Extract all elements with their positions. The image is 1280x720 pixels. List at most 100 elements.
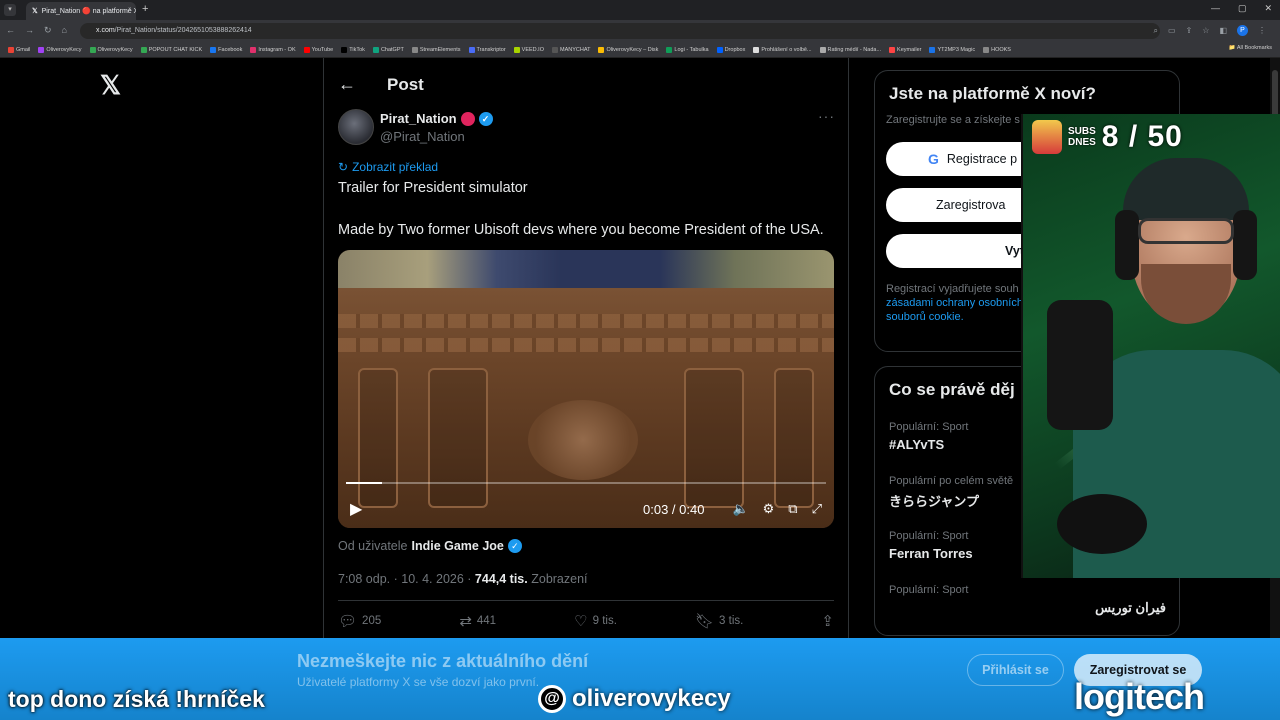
bookmark-label: OliverovyKecy [97, 46, 133, 53]
maximize-icon[interactable]: ▢ [1238, 3, 1247, 14]
threads-icon: @ [538, 685, 566, 713]
repost-button[interactable]: ⇄ 441 [459, 612, 496, 630]
bookmark-favicon-icon [372, 46, 379, 53]
bookmark-item[interactable]: ChatGPT [372, 46, 404, 53]
extensions-icon[interactable]: ◧ [1219, 26, 1227, 35]
play-icon[interactable]: ▶ [350, 499, 362, 519]
cookie-link[interactable]: souborů cookie. [886, 311, 964, 323]
bookmark-item[interactable]: POPOUT CHAT KICK [140, 46, 202, 53]
fullscreen-icon[interactable]: ⤢ [812, 501, 822, 517]
x-logo-icon[interactable]: 𝕏 [100, 72, 126, 98]
all-bookmarks[interactable]: 📁 All Bookmarks [1229, 45, 1272, 51]
browser-tab-bar [0, 0, 1280, 20]
bookmark-item[interactable]: HOOKS [983, 46, 1011, 53]
bookmark-favicon-icon [819, 46, 826, 53]
subs-counter: SUBS DNES 8 / 50 [1032, 120, 1183, 154]
subs-count: 8 / 50 [1101, 120, 1183, 153]
divider [338, 600, 834, 601]
forward-nav-icon[interactable]: → [25, 25, 34, 36]
author-handle[interactable]: @Pirat_Nation [380, 129, 465, 144]
translate-icon: ↻ [338, 160, 349, 174]
source-user-link[interactable]: Indie Game Joe [411, 539, 503, 553]
bookmark-label: OliverovyKecy – Disk [606, 46, 659, 53]
bookmark-item[interactable]: YouTube [303, 46, 333, 53]
trend-item[interactable]: Populární: Sport Ferran Torres [889, 530, 973, 561]
home-icon[interactable]: ⌂ [62, 25, 67, 36]
bookmark-item[interactable]: Keymailer [889, 46, 921, 53]
bookmark-item[interactable]: OliverovyKecy [38, 46, 82, 53]
banner-subtitle: Uživatelé platformy X se vše dozví jako … [297, 675, 540, 689]
post-timestamp[interactable]: 7:08 odp. · 10. 4. 2026 · [338, 572, 471, 586]
like-button[interactable]: ♡ 9 tis. [574, 612, 617, 630]
bookmark-item[interactable]: Dropbox [716, 46, 746, 53]
profile-avatar[interactable]: P [1237, 25, 1248, 36]
minimize-icon[interactable]: — [1211, 3, 1220, 14]
bookmark-item[interactable]: MANYCHAT [551, 46, 590, 53]
bookmark-item[interactable]: OliverovyKecy [89, 46, 133, 53]
reply-icon: 💬︎ [338, 613, 358, 630]
back-nav-icon[interactable]: ← [6, 25, 15, 36]
bookmark-item[interactable]: TikTok [341, 46, 365, 53]
trend-item[interactable]: Populární po celém světě きららジャンプ [889, 475, 1013, 510]
window-close-icon[interactable]: ✕ [1264, 3, 1272, 14]
bookmark-item[interactable]: Prohlášení o volbě... [753, 46, 812, 53]
live-badge-icon [460, 111, 475, 126]
share-button[interactable]: ⇪ [821, 612, 834, 630]
new-tab-icon[interactable]: + [142, 3, 148, 15]
address-bar[interactable]: x.com/Pirat_Nation/status/20426510538882… [80, 23, 1160, 39]
settings-icon[interactable]: ⚙ [763, 501, 775, 517]
author-name[interactable]: Pirat_Nation ✓ [380, 111, 493, 126]
bookmark-item[interactable]: Logi - Tabulka [666, 46, 709, 53]
video-progress-bar[interactable] [346, 482, 826, 484]
bookmark-favicon-icon [929, 46, 936, 53]
bookmarks-bar: Gmail OliverovyKecy OliverovyKecy POPOUT CH… [0, 42, 1280, 58]
post-actions: 💬︎ 205 ⇄ 441 ♡ 9 tis. 🔖︎ 3 tis. ⇪ [338, 612, 834, 630]
more-icon[interactable]: ··· [818, 108, 835, 124]
bookmark-button[interactable]: 🔖︎ 3 tis. [695, 612, 743, 630]
bookmark-favicon-icon [666, 46, 673, 53]
bookmark-item[interactable]: Facebook [210, 46, 243, 53]
bookmark-favicon-icon [8, 46, 14, 53]
bookmark-item[interactable]: YT2MP3 Magic [929, 46, 975, 53]
bookmark-item[interactable]: StreamElements [411, 46, 461, 53]
zoom-icon[interactable]: ⌕ [1154, 26, 1158, 36]
bookmark-item[interactable]: Rating médií - Nada... [819, 46, 881, 53]
bookmark-label: Logi - Tabulka [674, 46, 709, 53]
bookmark-item[interactable]: Transkriptor [468, 46, 506, 53]
reload-icon[interactable]: ↻ [44, 25, 52, 36]
bookmark-favicon-icon [210, 46, 217, 53]
star-icon[interactable]: ☆ [1202, 26, 1209, 35]
bookmark-label: Dropbox [724, 46, 746, 53]
reply-button[interactable]: 💬︎ 205 [338, 612, 381, 630]
video-player[interactable]: ▶ 0:03 / 0:40 🔈 ⚙ ⧉ ⤢ [338, 250, 834, 528]
bookmark-item[interactable]: OliverovyKecy – Disk [598, 46, 659, 53]
bookmark-item[interactable]: Instagram - OK [250, 46, 296, 53]
bookmark-item[interactable]: Gmail [8, 46, 30, 53]
chrome-menu-icon[interactable]: ⋮ [1258, 26, 1266, 35]
volume-icon[interactable]: 🔈 [732, 501, 748, 517]
stream-overlay-text: top dono získá !hrníček [8, 686, 265, 712]
bookmark-favicon-icon [598, 46, 605, 53]
pip-icon[interactable]: ⧉ [788, 501, 797, 517]
trend-item[interactable]: Populární: Sport #ALYvTS [889, 421, 969, 452]
cast-icon[interactable]: ▭ [1168, 26, 1176, 35]
bookmark-item[interactable]: VEED.IO [513, 46, 544, 53]
tab-search-icon[interactable]: ▾ [4, 4, 16, 16]
privacy-link[interactable]: zásadami ochrany osobních [886, 297, 1023, 309]
bookmark-favicon-icon [38, 46, 45, 53]
google-icon: G [928, 151, 939, 167]
trend-item[interactable]: Populární: Sport فيران توريس [889, 584, 1166, 616]
avatar[interactable] [338, 109, 374, 145]
bookmark-favicon-icon [753, 46, 760, 53]
bookmark-label: StreamElements [419, 46, 461, 53]
login-button[interactable]: Přihlásit se [967, 654, 1064, 686]
browser-tab[interactable]: 𝕏 Pirat_Nation 🔴 na platformě X ✕ [26, 2, 136, 20]
mic-stand [1057, 494, 1147, 554]
translate-link[interactable]: ↻ Zobrazit překlad [338, 160, 438, 174]
headphone-icon [1233, 210, 1257, 280]
bookmark-favicon-icon [716, 46, 723, 53]
bookmark-label: Facebook [218, 46, 243, 53]
share-page-icon[interactable]: ⇪ [1186, 26, 1193, 35]
nav-buttons: ← → ↻ ⌂ [6, 25, 67, 36]
back-arrow-icon[interactable]: ← [338, 74, 356, 95]
